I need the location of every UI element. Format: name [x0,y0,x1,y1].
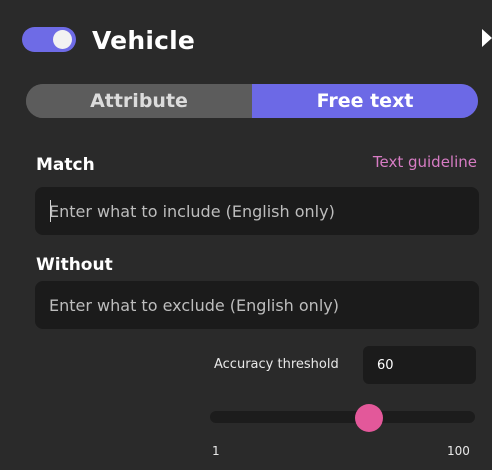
panel-title: Vehicle [92,26,196,55]
enable-toggle[interactable] [22,27,76,52]
threshold-slider-thumb[interactable] [354,404,383,432]
slider-max-label: 100 [447,444,470,458]
threshold-slider-track[interactable] [210,411,475,423]
mode-tabs: Attribute Free text [26,84,478,118]
accuracy-threshold-input[interactable] [363,346,476,384]
accuracy-threshold-label: Accuracy threshold [214,357,339,372]
without-input[interactable] [35,281,479,329]
text-caret [50,200,51,222]
slider-min-label: 1 [212,444,220,458]
match-input[interactable] [35,187,479,235]
text-guideline-link[interactable]: Text guideline [373,153,477,171]
vehicle-filter-panel: Vehicle Attribute Free text Match Text g… [0,0,492,470]
match-label: Match [36,155,95,175]
tab-attribute[interactable]: Attribute [26,84,252,118]
without-label: Without [36,255,113,275]
expand-arrow-icon[interactable] [482,29,492,47]
tab-free-text[interactable]: Free text [252,84,478,118]
toggle-knob [53,30,72,49]
